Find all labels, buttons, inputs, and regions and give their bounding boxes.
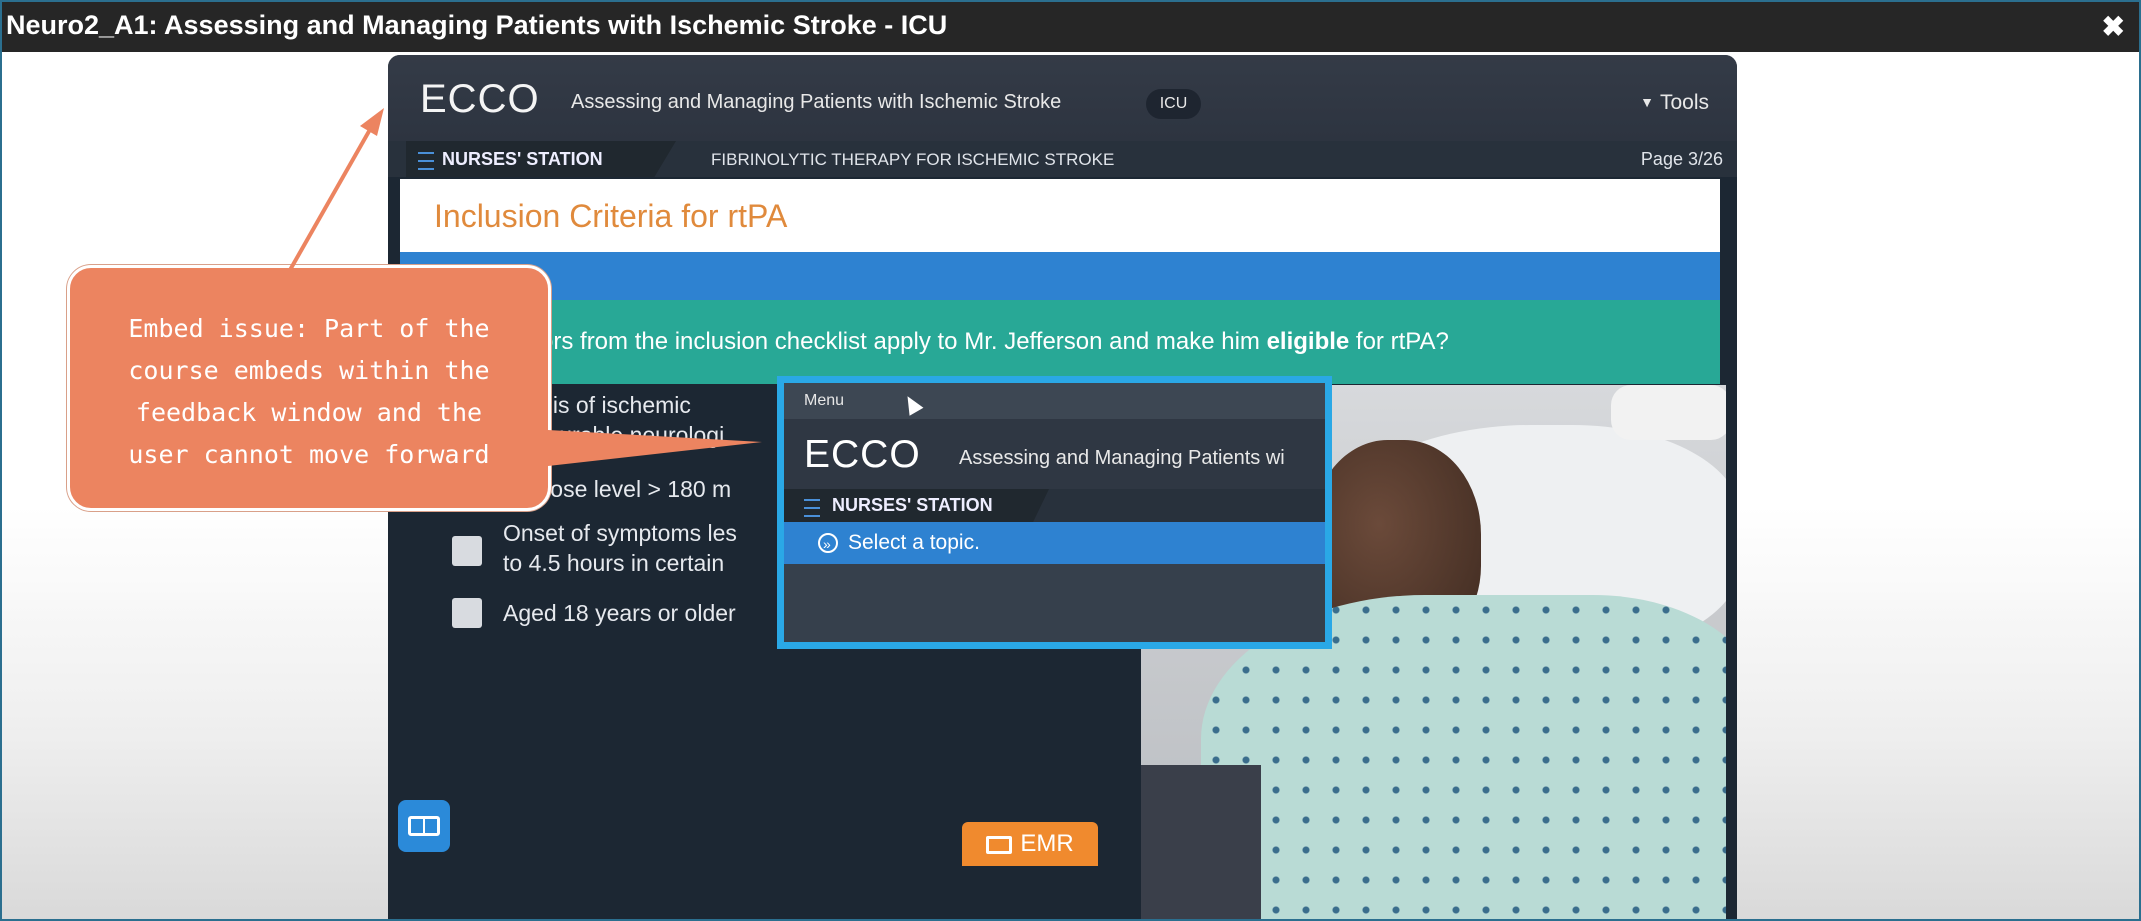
callout-arrows bbox=[288, 108, 762, 466]
callout-pointer bbox=[548, 430, 762, 466]
window-title: Neuro2_A1: Assessing and Managing Patien… bbox=[6, 10, 948, 40]
window-titlebar: Neuro2_A1: Assessing and Managing Patien… bbox=[0, 0, 2141, 52]
callout-arrow-line bbox=[288, 125, 374, 271]
close-icon[interactable]: ✖ bbox=[2102, 10, 2125, 43]
arrowhead-icon bbox=[360, 108, 384, 136]
